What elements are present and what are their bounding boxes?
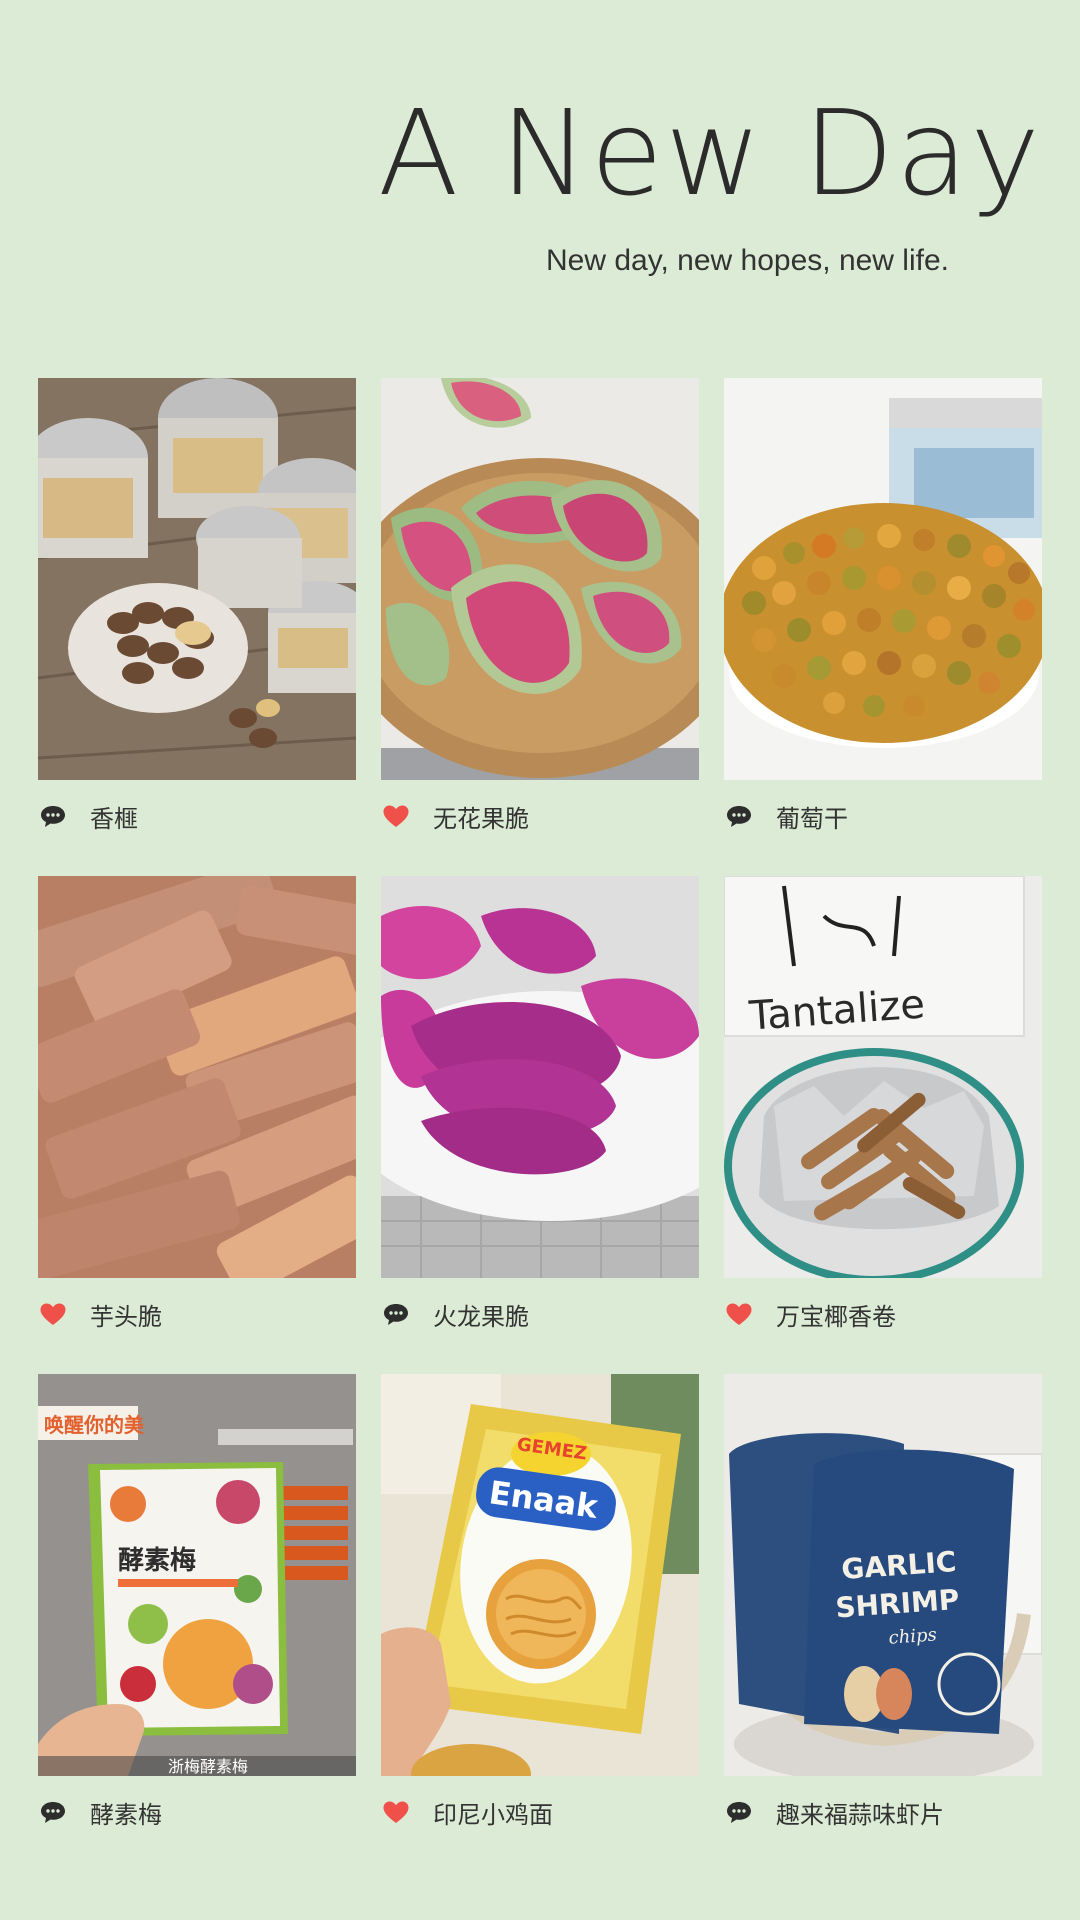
plum-bag-text: 酵素梅 — [118, 1545, 196, 1576]
comment-icon[interactable] — [38, 1797, 68, 1827]
coconut-rolls-photo: Tantalize — [724, 876, 1042, 1278]
product-card[interactable]: Tantalize 万宝椰香卷 — [724, 876, 1042, 1346]
product-card[interactable]: 葡萄干 — [724, 378, 1042, 848]
product-photo-chicken-noodle[interactable]: GEMEZ Enaak — [381, 1374, 699, 1776]
heart-icon[interactable] — [381, 801, 411, 831]
product-label: 趣来福蒜味虾片 — [776, 1800, 944, 1829]
product-label: 万宝椰香卷 — [776, 1302, 896, 1331]
product-card[interactable]: 火龙果脆 — [381, 876, 699, 1346]
product-card[interactable]: GARLIC SHRIMP chips 趣来福蒜味虾片 — [724, 1374, 1042, 1844]
product-label: 芋头脆 — [90, 1302, 162, 1331]
heart-icon[interactable] — [38, 1299, 68, 1329]
figs-photo — [381, 378, 699, 780]
heart-icon[interactable] — [381, 1797, 411, 1827]
caption-row: 酵素梅 — [38, 1792, 356, 1832]
comment-icon[interactable] — [38, 801, 68, 831]
caption-row: 火龙果脆 — [381, 1294, 699, 1334]
product-photo-dragon-fruit[interactable] — [381, 876, 699, 1278]
header: A New Day New day, new hopes, new life. — [0, 0, 1080, 300]
product-label: 火龙果脆 — [433, 1302, 529, 1331]
shrimp-chips-photo: GARLIC SHRIMP chips — [724, 1374, 1042, 1776]
page-subtitle: New day, new hopes, new life. — [546, 244, 949, 277]
product-photo-coconut-rolls[interactable]: Tantalize — [724, 876, 1042, 1278]
caption-row: 葡萄干 — [724, 796, 1042, 836]
product-photo-taro[interactable] — [38, 876, 356, 1278]
product-card[interactable]: 唤醒你的美 酵素梅 浙梅酵素梅 酵素梅 — [38, 1374, 356, 1844]
product-photo-shrimp-chips[interactable]: GARLIC SHRIMP chips — [724, 1374, 1042, 1776]
product-label: 印尼小鸡面 — [433, 1800, 553, 1829]
product-photo-figs[interactable] — [381, 378, 699, 780]
raisins-photo — [724, 378, 1042, 780]
comment-icon[interactable] — [724, 1797, 754, 1827]
product-card[interactable]: 香榧 — [38, 378, 356, 848]
heart-icon[interactable] — [724, 1299, 754, 1329]
caption-row: 万宝椰香卷 — [724, 1294, 1042, 1334]
page-title: A New Day — [377, 84, 1042, 222]
product-card[interactable]: 芋头脆 — [38, 876, 356, 1346]
product-label: 酵素梅 — [90, 1800, 162, 1829]
product-photo-enzyme-plum[interactable]: 唤醒你的美 酵素梅 浙梅酵素梅 — [38, 1374, 356, 1776]
comment-icon[interactable] — [724, 801, 754, 831]
caption-row: 香榧 — [38, 796, 356, 836]
product-photo-pecans[interactable] — [38, 378, 356, 780]
product-label: 香榧 — [90, 804, 138, 833]
pecans-photo — [38, 378, 356, 780]
comment-icon[interactable] — [381, 1299, 411, 1329]
product-label: 葡萄干 — [776, 804, 848, 833]
chips-text: chips — [888, 1624, 938, 1648]
dragon-fruit-photo — [381, 876, 699, 1278]
product-label: 无花果脆 — [433, 804, 529, 833]
caption-row: 芋头脆 — [38, 1294, 356, 1334]
product-card[interactable]: 无花果脆 — [381, 378, 699, 848]
taro-photo — [38, 876, 356, 1278]
enzyme-plum-photo: 唤醒你的美 酵素梅 浙梅酵素梅 — [38, 1374, 356, 1776]
product-photo-raisins[interactable] — [724, 378, 1042, 780]
caption-row: 印尼小鸡面 — [381, 1792, 699, 1832]
plum-bottom-text: 浙梅酵素梅 — [168, 1757, 248, 1776]
caption-row: 趣来福蒜味虾片 — [724, 1792, 1042, 1832]
chicken-noodle-photo: GEMEZ Enaak — [381, 1374, 699, 1776]
product-card[interactable]: GEMEZ Enaak 印尼小鸡面 — [381, 1374, 699, 1844]
plum-top-text: 唤醒你的美 — [44, 1413, 145, 1437]
caption-row: 无花果脆 — [381, 796, 699, 836]
